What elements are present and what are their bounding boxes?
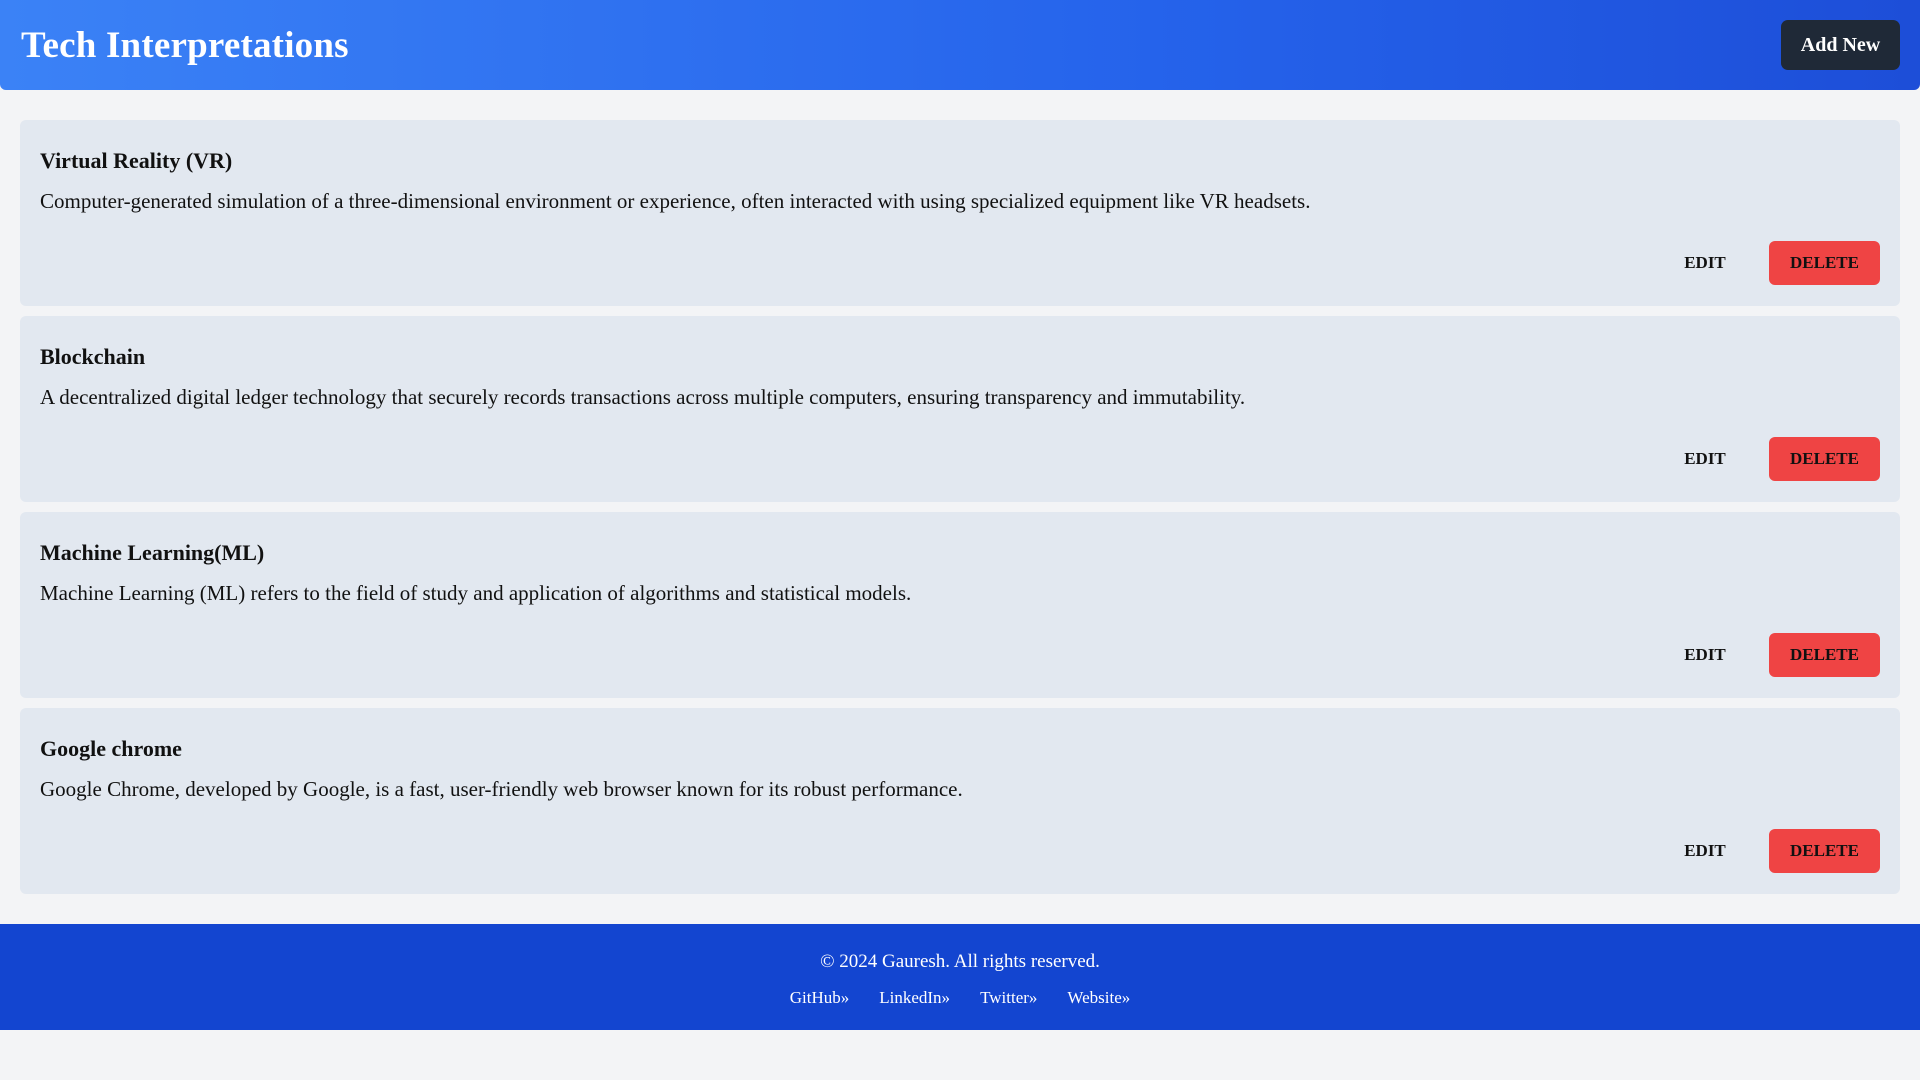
delete-button[interactable]: DELETE — [1769, 437, 1880, 481]
footer-links: GitHub» LinkedIn» Twitter» Website» — [0, 987, 1920, 1009]
card-actions: EDIT DELETE — [1661, 829, 1880, 873]
footer-link-linkedin[interactable]: LinkedIn» — [879, 987, 950, 1009]
edit-button[interactable]: EDIT — [1661, 241, 1749, 285]
card-title: Google chrome — [40, 736, 182, 761]
card-machine-learning: Machine Learning(ML) Machine Learning (M… — [20, 512, 1900, 698]
card-actions: EDIT DELETE — [1661, 437, 1880, 481]
card-actions: EDIT DELETE — [1661, 241, 1880, 285]
card-title: Virtual Reality (VR) — [40, 148, 233, 173]
footer-link-twitter[interactable]: Twitter» — [980, 987, 1037, 1009]
card-title: Machine Learning(ML) — [40, 540, 265, 565]
card-virtual-reality: Virtual Reality (VR) Computer-generated … — [20, 120, 1900, 306]
site-header: Tech Interpretations Add New — [0, 0, 1920, 90]
card-description: Machine Learning (ML) refers to the fiel… — [40, 581, 912, 605]
site-footer: © 2024 Gauresh. All rights reserved. Git… — [0, 924, 1920, 1030]
card-description: Computer-generated simulation of a three… — [40, 189, 1311, 213]
footer-link-website[interactable]: Website» — [1067, 987, 1130, 1009]
add-new-button[interactable]: Add New — [1781, 20, 1900, 70]
card-google-chrome: Google chrome Google Chrome, developed b… — [20, 708, 1900, 894]
card-blockchain: Blockchain A decentralized digital ledge… — [20, 316, 1900, 502]
edit-button[interactable]: EDIT — [1661, 437, 1749, 481]
delete-button[interactable]: DELETE — [1769, 633, 1880, 677]
footer-link-github[interactable]: GitHub» — [790, 987, 850, 1009]
card-description: A decentralized digital ledger technolog… — [40, 385, 1246, 409]
card-title: Blockchain — [40, 344, 146, 369]
site-title: Tech Interpretations — [21, 24, 349, 66]
card-actions: EDIT DELETE — [1661, 633, 1880, 677]
delete-button[interactable]: DELETE — [1769, 829, 1880, 873]
card-description: Google Chrome, developed by Google, is a… — [40, 777, 963, 801]
copyright-text: © 2024 Gauresh. All rights reserved. — [820, 951, 1100, 972]
edit-button[interactable]: EDIT — [1661, 633, 1749, 677]
edit-button[interactable]: EDIT — [1661, 829, 1749, 873]
card-list: Virtual Reality (VR) Computer-generated … — [20, 120, 1900, 904]
delete-button[interactable]: DELETE — [1769, 241, 1880, 285]
